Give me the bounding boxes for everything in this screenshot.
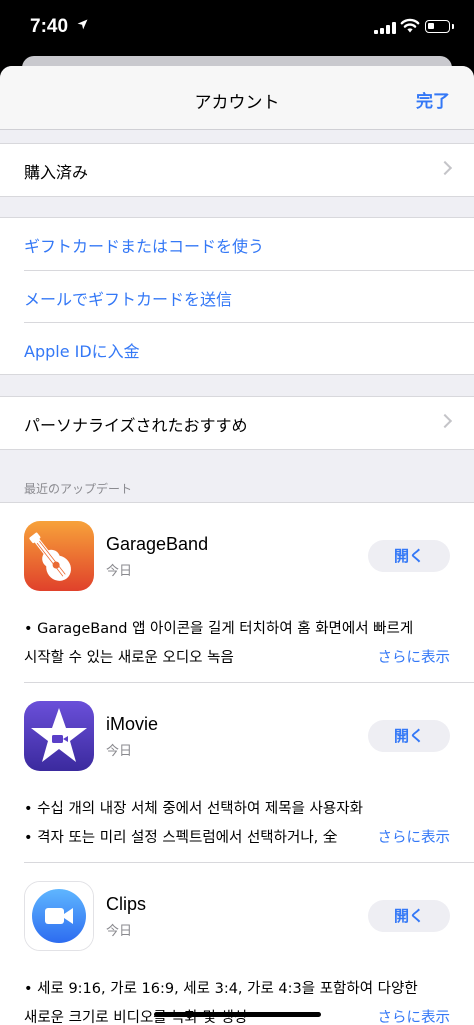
app-name: Clips (106, 894, 147, 914)
app-update-date: 今日 (106, 924, 133, 939)
gift-group: ギフトカードまたはコードを使う メールでギフトカードを送信 Apple IDに入… (0, 217, 474, 375)
done-button[interactable]: 完了 (416, 87, 450, 112)
account-sheet: アカウント 完了 購入済み ギフトカードまたはコードを使う メールでギフトカード… (0, 66, 474, 1025)
purchased-label: 購入済み (24, 163, 89, 182)
app-update-date: 今日 (106, 744, 133, 759)
purchased-row[interactable]: 購入済み (0, 144, 474, 196)
app-name: iMovie (106, 714, 159, 734)
app-update-item: Clips 今日 開く • 세로 9:16, 가로 16:9, 세로 3:4, … (0, 863, 474, 1025)
show-more-link[interactable]: さらに表示 (369, 1004, 450, 1025)
open-clips-button[interactable]: 開く (368, 900, 450, 932)
app-update-item: GarageBand 今日 開く • GarageBand 앱 아이콘을 길게 … (0, 503, 474, 683)
wifi-icon (400, 17, 420, 35)
redeem-gift-card-row[interactable]: ギフトカードまたはコードを使う (0, 218, 474, 270)
add-funds-row[interactable]: Apple IDに入金 (24, 322, 474, 374)
open-garageband-button[interactable]: 開く (368, 540, 450, 572)
redeem-gift-card-link: ギフトカードまたはコードを使う (24, 237, 265, 256)
app-update-item: iMovie 今日 開く • 수십 개의 내장 서체 중에서 선택하여 제목을 … (0, 683, 474, 863)
clips-icon[interactable] (24, 881, 94, 951)
imovie-icon[interactable] (24, 701, 94, 771)
send-gift-card-link: メールでギフトカードを送信 (24, 290, 233, 309)
show-more-link[interactable]: さらに表示 (369, 644, 450, 673)
recent-updates-list: GarageBand 今日 開く • GarageBand 앱 아이콘을 길게 … (0, 502, 474, 1025)
purchased-group: 購入済み (0, 143, 474, 197)
release-note-line: • 세로 9:16, 가로 16:9, 세로 3:4, 가로 4:3을 포함하여… (24, 981, 418, 997)
release-note-line: 시작할 수 있는 새로운 오디오 녹음 (24, 650, 234, 666)
cellular-signal-icon (374, 22, 396, 34)
app-update-date: 今日 (106, 564, 133, 579)
page-title: アカウント (194, 93, 280, 113)
open-imovie-button[interactable]: 開く (368, 720, 450, 752)
personalized-recommendations-label: パーソナライズされたおすすめ (24, 416, 248, 435)
personalized-recommendations-row[interactable]: パーソナライズされたおすすめ (0, 397, 474, 449)
status-bar: 7:40 (0, 0, 474, 56)
app-name: GarageBand (106, 534, 209, 554)
chevron-right-icon (437, 413, 453, 429)
chevron-right-icon (437, 160, 453, 176)
add-funds-link: Apple IDに入金 (24, 342, 140, 361)
personalized-group: パーソナライズされたおすすめ (0, 396, 474, 450)
status-time: 7:40 (30, 16, 69, 37)
recent-updates-header: 最近のアップデート (24, 482, 133, 496)
send-gift-card-row[interactable]: メールでギフトカードを送信 (24, 270, 474, 322)
release-note-line: • 수십 개의 내장 서체 중에서 선택하여 제목을 사용자화 (24, 801, 363, 817)
home-indicator[interactable] (154, 1012, 321, 1017)
garageband-icon[interactable] (24, 521, 94, 591)
location-arrow-icon (77, 19, 88, 33)
release-note-line: • GarageBand 앱 아이콘을 길게 터치하여 홈 화면에서 빠르게 (24, 621, 414, 637)
nav-bar: アカウント 完了 (0, 66, 474, 130)
release-note-line: • 격자 또는 미리 설정 스펙트럼에서 선택하거나, 全 (24, 830, 338, 846)
battery-icon (425, 20, 454, 33)
show-more-link[interactable]: さらに表示 (369, 824, 450, 853)
